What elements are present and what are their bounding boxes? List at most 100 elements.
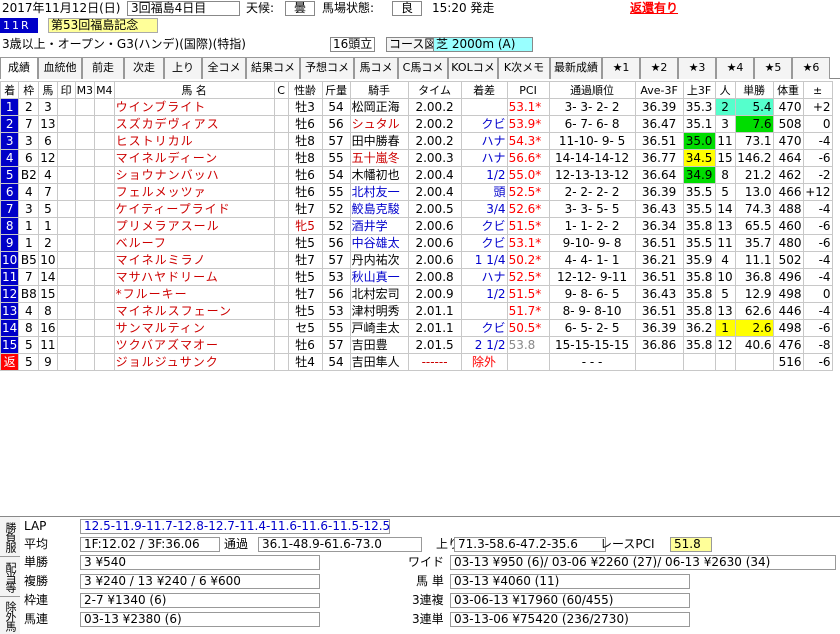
cell-pop: 12 — [714, 336, 736, 354]
tab-7[interactable]: 予想コメ — [300, 57, 354, 79]
cell-rank: 15 — [0, 336, 20, 354]
cell-m4 — [94, 149, 115, 167]
side-tab-scratched[interactable]: 除外馬 — [0, 597, 20, 634]
table-row[interactable]: 12 B8 15 *フルーキー 牡7 56 北村宏司 2.00.9 1/2 51.5* 9- 8- … — [0, 285, 833, 303]
column-header[interactable]: 人 — [714, 81, 736, 99]
column-header[interactable]: M4 — [94, 81, 115, 99]
tab-11[interactable]: K次メモ — [498, 57, 550, 79]
tab-4[interactable]: 上り — [164, 57, 202, 79]
column-header[interactable]: M3 — [74, 81, 96, 99]
cell-sexage: 牡6 — [287, 336, 323, 354]
tab-9[interactable]: C馬コメ — [398, 57, 448, 79]
table-row[interactable]: 6 4 7 フェルメッツァ 牡6 55 北村友一 2.00.4 頭 52.5* 2- 2- 2- 2… — [0, 183, 833, 201]
trifecta-value: 03-13-06 ¥75420 (236/2730) — [450, 612, 690, 627]
table-row[interactable]: 1 2 3 ウインブライト 牡3 54 松岡正海 2.00.2 53.1* 3- 3- 2- 23… — [0, 98, 833, 116]
cell-pci: 55.0* — [506, 166, 550, 184]
cell-pci: 53.9* — [506, 115, 550, 133]
cell-pop: 1 — [714, 319, 736, 337]
cell-m3 — [74, 251, 96, 269]
table-row[interactable]: 7 3 5 ケイティープライド 牡7 52 鮫島克駿 2.00.5 3/4 52.6* 3- 3- … — [0, 200, 833, 218]
column-header[interactable]: 着差 — [460, 81, 508, 99]
column-header[interactable]: 馬 名 — [113, 81, 275, 99]
cell-c — [273, 115, 289, 133]
tab-13[interactable]: ★1 — [602, 57, 640, 79]
cell-diff: +12 — [802, 183, 833, 201]
column-header[interactable]: ± — [802, 81, 833, 99]
course-map-button[interactable]: コース図 — [386, 37, 440, 52]
cell-mark — [56, 183, 76, 201]
column-header[interactable]: 性齢 — [287, 81, 323, 99]
table-row[interactable]: 9 1 2 ベルーフ 牡5 56 中谷雄太 2.00.6 クビ 53.1* 9-10- 9- 8 36… — [0, 234, 833, 252]
column-header[interactable]: 馬 — [38, 81, 58, 99]
cell-mark — [56, 166, 76, 184]
column-header[interactable]: 斤量 — [321, 81, 351, 99]
table-row[interactable]: 4 6 12 マイネルディーン 牡8 55 五十嵐冬 2.00.3 ハナ 56.6* 14-14-1… — [0, 149, 833, 167]
cell-odds: 62.6 — [734, 302, 774, 320]
tab-15[interactable]: ★3 — [678, 57, 716, 79]
cell-weight: 57 — [321, 336, 351, 354]
table-row[interactable]: 8 1 1 プリメラアスール 牝5 52 酒井学 2.00.6 クビ 51.5* 1- 1- 2- … — [0, 217, 833, 235]
column-header[interactable]: 騎手 — [349, 81, 409, 99]
table-row[interactable]: 15 5 11 ツクバアズマオー 牡6 57 吉田豊 2.01.5 2 1/2 53.8 15-15… — [0, 336, 833, 354]
cell-m4 — [94, 285, 115, 303]
side-tab-silks[interactable]: 勝負服 — [0, 517, 20, 557]
cell-mark — [56, 149, 76, 167]
cell-last3f: 35.8 — [682, 285, 716, 303]
tab-2[interactable]: 前走 — [82, 57, 124, 79]
tab-1[interactable]: 血統他 — [38, 57, 82, 79]
cell-sexage: 牡5 — [287, 234, 323, 252]
column-header[interactable]: タイム — [407, 81, 462, 99]
track-value: 良 — [392, 1, 422, 16]
table-row[interactable]: 5 B2 4 ショウナンバッハ 牡6 54 木幡初也 2.00.4 1/2 55.0* 12-13-… — [0, 166, 833, 184]
tab-5[interactable]: 全コメ — [202, 57, 246, 79]
tab-12[interactable]: 最新成績 — [550, 57, 602, 79]
tab-6[interactable]: 結果コメ — [246, 57, 300, 79]
tab-10[interactable]: KOLコメ — [448, 57, 498, 79]
column-header[interactable]: 体重 — [772, 81, 804, 99]
refund-notice[interactable]: 返還有り — [630, 0, 678, 17]
cell-sexage: セ5 — [287, 319, 323, 337]
cell-jockey: 鮫島克駿 — [349, 200, 409, 218]
column-header[interactable]: 単勝 — [734, 81, 774, 99]
table-row[interactable]: 11 7 14 マサハヤドリーム 牡5 53 秋山真一 2.00.8 ハナ 52.5* 12-12-… — [0, 268, 833, 286]
cell-last3f: 35.8 — [682, 268, 716, 286]
table-blank-area — [0, 376, 840, 511]
tab-0[interactable]: 成績 — [0, 57, 38, 79]
column-header[interactable]: Ave-3F — [634, 81, 684, 99]
cell-weight: 52 — [321, 200, 351, 218]
cell-m4 — [94, 234, 115, 252]
tab-3[interactable]: 次走 — [124, 57, 164, 79]
tab-17[interactable]: ★5 — [754, 57, 792, 79]
column-header[interactable]: 印 — [56, 81, 76, 99]
table-row[interactable]: 14 8 16 サンマルティン セ5 55 戸崎圭太 2.01.1 クビ 50.5* 6- 5- 2… — [0, 319, 833, 337]
cell-m3 — [74, 234, 96, 252]
lap-row: LAP 12.5-11.9-11.7-12.8-12.7-11.4-11.6-1… — [24, 518, 390, 535]
column-header[interactable]: 枠 — [18, 81, 40, 99]
cell-m4 — [94, 353, 115, 371]
column-header[interactable]: 上3F — [682, 81, 716, 99]
table-row[interactable]: 返 5 9 ジョルジュサンク 牡4 54 吉田隼人 ------ 除外 - - - 516 -6 — [0, 353, 833, 371]
cell-time: 2.00.8 — [407, 268, 462, 286]
cell-pop — [714, 353, 736, 371]
tab-18[interactable]: ★6 — [792, 57, 830, 79]
table-row[interactable]: 3 3 6 ヒストリカル 牡8 57 田中勝春 2.00.2 ハナ 54.3* 11-10- 9- … — [0, 132, 833, 150]
cell-m4 — [94, 251, 115, 269]
table-row[interactable]: 10 B5 10 マイネルミラノ 牡7 57 丹内祐次 2.00.6 1 1/4 50.2* 4- … — [0, 251, 833, 269]
cell-sexage: 牡6 — [287, 115, 323, 133]
tab-16[interactable]: ★4 — [716, 57, 754, 79]
cell-odds: 73.1 — [734, 132, 774, 150]
table-row[interactable]: 2 7 13 スズカデヴィアス 牡6 56 シュタル 2.00.2 クビ 53.9* 6- 7- 6… — [0, 115, 833, 133]
tab-14[interactable]: ★2 — [640, 57, 678, 79]
column-header[interactable]: 着 — [0, 81, 20, 99]
tab-8[interactable]: 馬コメ — [354, 57, 398, 79]
column-header[interactable]: C — [273, 81, 289, 99]
side-tab-payout[interactable]: 配当等 — [0, 557, 20, 597]
cell-pass: 8- 9- 8-10 — [548, 302, 636, 320]
cell-name: ツクバアズマオー — [113, 336, 275, 354]
cell-jockey: 北村友一 — [349, 183, 409, 201]
table-row[interactable]: 13 4 8 マイネルスフェーン 牡5 53 津村明秀 2.01.1 51.7* 8- 9- 8-… — [0, 302, 833, 320]
column-header[interactable]: 通過順位 — [548, 81, 636, 99]
cell-body: 498 — [772, 319, 804, 337]
cell-mark — [56, 200, 76, 218]
column-header[interactable]: PCI — [506, 81, 550, 99]
